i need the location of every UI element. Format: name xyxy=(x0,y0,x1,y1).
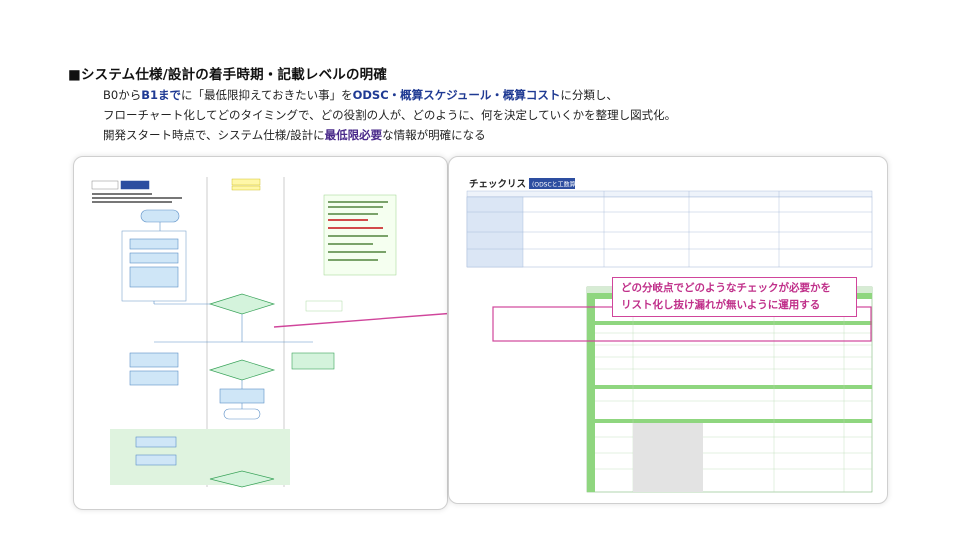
text-fragment: に「最低限抑えておきたい事」を xyxy=(181,88,353,102)
text-fragment: に分類し、 xyxy=(560,88,618,102)
checklist-tag: (ODSCと工数算出) xyxy=(532,181,584,189)
body-line-1: B0からB1までに「最低限抑えておきたい事」をODSC・概算スケジュール・概算コ… xyxy=(103,87,618,103)
flowchart-panel xyxy=(73,156,495,510)
flowchart-thumbnail xyxy=(91,177,495,488)
text-fragment: B0から xyxy=(103,88,142,102)
text-fragment: 開発スタート時点で、システム仕様/設計に xyxy=(103,128,325,142)
checklist-panel: チェックリスト (ODSCと工数算出) xyxy=(448,156,888,504)
checklist-title: チェックリスト xyxy=(469,179,536,190)
highlight-b1: B1まで xyxy=(141,88,181,102)
body-line-3: 開発スタート時点で、システム仕様/設計に最低限必要な情報が明確になる xyxy=(103,127,486,143)
highlight-minimum: 最低限必要 xyxy=(324,128,383,142)
text-fragment: な情報が明確になる xyxy=(382,128,486,142)
callout-line-2: リスト化し抜け漏れが無いように運用する xyxy=(621,299,821,311)
callout-line-1: どの分岐点でどのようなチェックが必要かを xyxy=(621,282,831,294)
checklist-thumbnail: チェックリスト (ODSCと工数算出) xyxy=(466,178,873,493)
body-line-2: フローチャート化してどのタイミングで、どの役割の人が、どのように、何を決定してい… xyxy=(103,108,677,122)
checklist-callout: どの分岐点でどのようなチェックが必要かを リスト化し抜け漏れが無いように運用する xyxy=(612,277,857,317)
highlight-odsc: ODSC・概算スケジュール・概算コスト xyxy=(352,88,561,102)
slide-heading: ■システム仕様/設計の着手時期・記載レベルの明確 xyxy=(68,67,388,83)
